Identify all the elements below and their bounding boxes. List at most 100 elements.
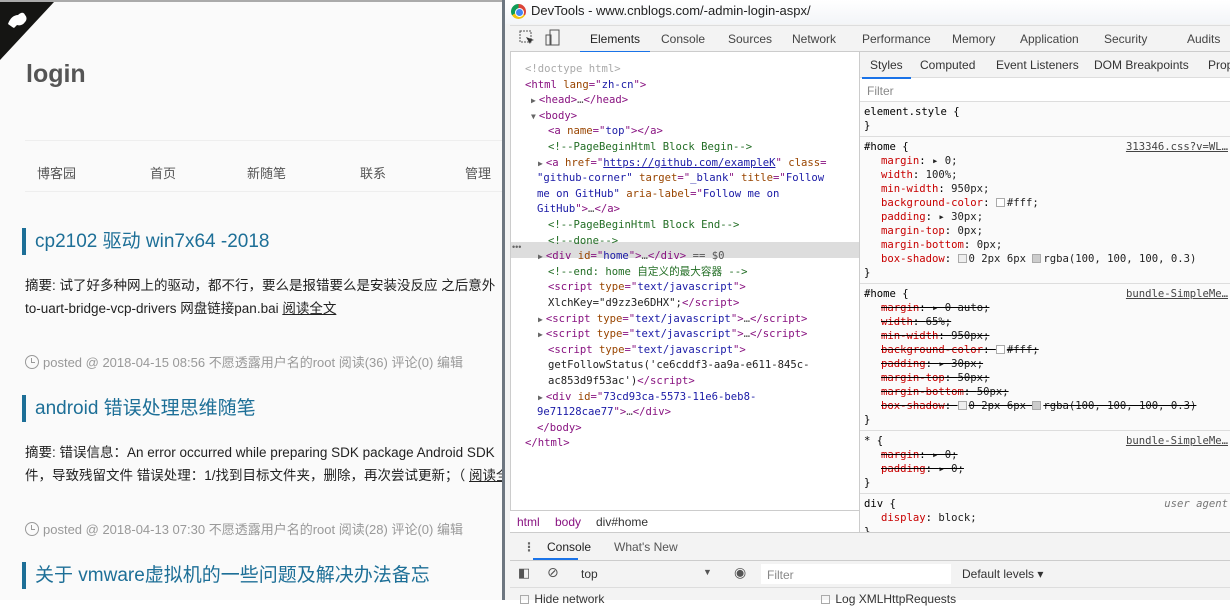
device-toolbar-icon[interactable] (545, 29, 561, 47)
tab-audits[interactable]: Audits (1187, 32, 1220, 46)
dom-node-line[interactable]: XlchKey="d9zz3e6DHX";</script> (548, 296, 739, 311)
log-levels-dropdown[interactable]: Default levels ▾ (962, 567, 1043, 581)
post-title[interactable]: android 错误处理思维随笔 (22, 395, 256, 422)
color-swatch-icon[interactable] (995, 198, 1005, 207)
tab-sources[interactable]: Sources (728, 32, 772, 46)
dom-node-line[interactable]: getFollowStatus('ce6cddf3-aa9a-e611-845c… (548, 358, 810, 373)
post-title[interactable]: 关于 vmware虚拟机的一些问题及解决办法备忘 (22, 562, 430, 589)
drawer-tab-whats-new[interactable]: What's New (614, 540, 678, 554)
eye-icon[interactable]: ◉ (734, 564, 746, 581)
expand-triangle-icon[interactable]: ▼ (531, 112, 536, 121)
read-more-link[interactable]: 阅读全文 (469, 468, 502, 483)
style-property[interactable]: background-color: #fff; (864, 343, 1230, 357)
style-property[interactable]: width: 100%; (864, 168, 1230, 182)
nav-item-home[interactable]: 首页 (150, 163, 176, 182)
dom-node-line[interactable]: ▶ <a href="https://github.com/exampleK" c… (538, 156, 827, 171)
shadow-editor-icon[interactable] (957, 401, 967, 410)
more-icon[interactable]: ••• (512, 242, 521, 252)
breadcrumb-div-home[interactable]: div#home (596, 515, 648, 529)
console-filter-input[interactable]: Filter (761, 564, 951, 584)
rule-source-link[interactable]: user agent (1164, 497, 1228, 511)
hide-network-checkbox[interactable]: Hide network (520, 592, 604, 606)
tab-dom-breakpoints[interactable]: DOM Breakpoints (1094, 58, 1189, 72)
dom-node-line[interactable]: ▼ <body> (531, 109, 577, 124)
tab-properties[interactable]: Prop (1208, 58, 1230, 72)
tab-security[interactable]: Security (1104, 32, 1147, 46)
dom-node-line[interactable]: ▶ <script type="text/javascript">…</scrip… (538, 327, 807, 342)
tab-console[interactable]: Console (661, 32, 705, 46)
dom-tree[interactable]: ••• <!doctype html> <html lang="zh-cn"> ▶ <h… (510, 52, 859, 510)
dom-node-line[interactable]: <!--end: home 自定义的最大容器 --> (548, 265, 748, 280)
clear-console-icon[interactable]: ⊘ (547, 564, 559, 581)
context-select[interactable]: top (581, 567, 598, 581)
chevron-down-icon[interactable]: ▼ (703, 567, 712, 577)
github-corner-icon[interactable] (0, 2, 54, 60)
nav-item-new-post[interactable]: 新随笔 (247, 163, 286, 182)
style-property[interactable]: box-shadow: 0 2px 6px rgba(100, 100, 100… (864, 399, 1230, 413)
breadcrumb-html[interactable]: html (517, 515, 540, 529)
blog-title[interactable]: login (26, 60, 86, 89)
style-property[interactable]: margin: ▸ 0; (864, 154, 1230, 168)
nav-item-cnblogs[interactable]: 博客园 (37, 163, 76, 182)
dom-node-line[interactable]: <!--done--> (548, 234, 618, 249)
tab-performance[interactable]: Performance (862, 32, 931, 46)
expand-triangle-icon[interactable]: ▶ (538, 159, 543, 168)
dom-node-line[interactable]: ac853d9f53ac')</script> (548, 374, 695, 389)
expand-triangle-icon[interactable]: ▶ (538, 252, 543, 261)
rule-source-link[interactable]: bundle-SimpleMe… (1126, 287, 1228, 301)
dom-node-line[interactable]: me on GitHub" aria-label="Follow me on (537, 187, 779, 202)
tab-memory[interactable]: Memory (952, 32, 995, 46)
dom-node-line[interactable]: 9e71128cae77">…</div> (537, 405, 671, 420)
expand-triangle-icon[interactable]: ▶ (538, 315, 543, 324)
color-swatch-icon[interactable] (995, 345, 1005, 354)
style-property[interactable]: display: block; (864, 511, 1230, 525)
style-property[interactable]: min-width: 950px; (864, 182, 1230, 196)
tab-computed[interactable]: Computed (920, 58, 975, 72)
dom-token[interactable]: https://github.com/exampleK (603, 157, 775, 169)
style-property[interactable]: box-shadow: 0 2px 6px rgba(100, 100, 100… (864, 252, 1230, 266)
dom-node-line[interactable]: <!--PageBeginHtml Block End--> (548, 218, 739, 233)
style-property[interactable]: margin-top: 0px; (864, 224, 1230, 238)
breadcrumb-body[interactable]: body (555, 515, 581, 529)
styles-filter-input[interactable]: Filter (860, 78, 1230, 102)
tab-styles[interactable]: Styles (862, 58, 911, 79)
tab-elements[interactable]: Elements (579, 32, 651, 53)
dom-node-selected[interactable]: ▶ <div id="home">…</div> == $0 (538, 249, 724, 264)
drawer-tab-console[interactable]: Console (547, 540, 591, 554)
nav-item-admin[interactable]: 管理 (465, 163, 491, 182)
dom-node-line[interactable]: </body> (537, 421, 582, 436)
dom-node-line[interactable]: ▶ <script type="text/javascript">…</scrip… (538, 312, 807, 327)
dom-node-line[interactable]: <script type="text/javascript"> (548, 343, 746, 358)
tab-network[interactable]: Network (792, 32, 836, 46)
tab-event-listeners[interactable]: Event Listeners (996, 58, 1079, 72)
style-property[interactable]: padding: ▸ 30px; (864, 210, 1230, 224)
post-title[interactable]: cp2102 驱动 win7x64 -2018 (22, 228, 269, 255)
expand-triangle-icon[interactable]: ▶ (538, 330, 543, 339)
style-property[interactable]: padding: ▸ 0; (864, 462, 1230, 476)
shadow-editor-icon[interactable] (957, 254, 967, 263)
log-xhr-checkbox[interactable]: Log XMLHttpRequests (821, 592, 956, 606)
nav-item-contact[interactable]: 联系 (360, 163, 386, 182)
expand-triangle-icon[interactable]: ▶ (538, 393, 543, 402)
read-more-link[interactable]: 阅读全文 (282, 301, 336, 316)
style-property[interactable]: margin: ▸ 0 auto; (864, 301, 1230, 315)
style-property[interactable]: margin-top: 50px; (864, 371, 1230, 385)
style-property[interactable]: margin-bottom: 0px; (864, 238, 1230, 252)
style-property[interactable]: background-color: #fff; (864, 196, 1230, 210)
rule-source-link[interactable]: 313346.css?v=WL… (1126, 140, 1228, 154)
dom-node-line[interactable]: <!doctype html> (525, 62, 621, 77)
dom-node-line[interactable]: ▶ <head>…</head> (531, 93, 628, 108)
dom-node-line[interactable]: <a name="top"></a> (548, 124, 663, 139)
dom-node-line[interactable]: <script type="text/javascript"> (548, 280, 746, 295)
dom-node-line[interactable]: GitHub">…</a> (537, 202, 620, 217)
style-property[interactable]: margin: ▸ 0; (864, 448, 1230, 462)
style-property[interactable]: width: 65%; (864, 315, 1230, 329)
tab-application[interactable]: Application (1020, 32, 1079, 46)
drawer-menu-icon[interactable]: ⋮ (523, 540, 535, 554)
dom-node-line[interactable]: ▶ <div id="73cd93ca-5573-11e6-beb8- (538, 390, 756, 405)
color-swatch-icon[interactable] (1032, 254, 1042, 263)
expand-triangle-icon[interactable]: ▶ (531, 96, 536, 105)
style-property[interactable]: margin-bottom: 50px; (864, 385, 1230, 399)
dom-node-line[interactable]: "github-corner" target="_blank" title="F… (537, 171, 824, 186)
inspect-element-icon[interactable] (519, 30, 535, 46)
